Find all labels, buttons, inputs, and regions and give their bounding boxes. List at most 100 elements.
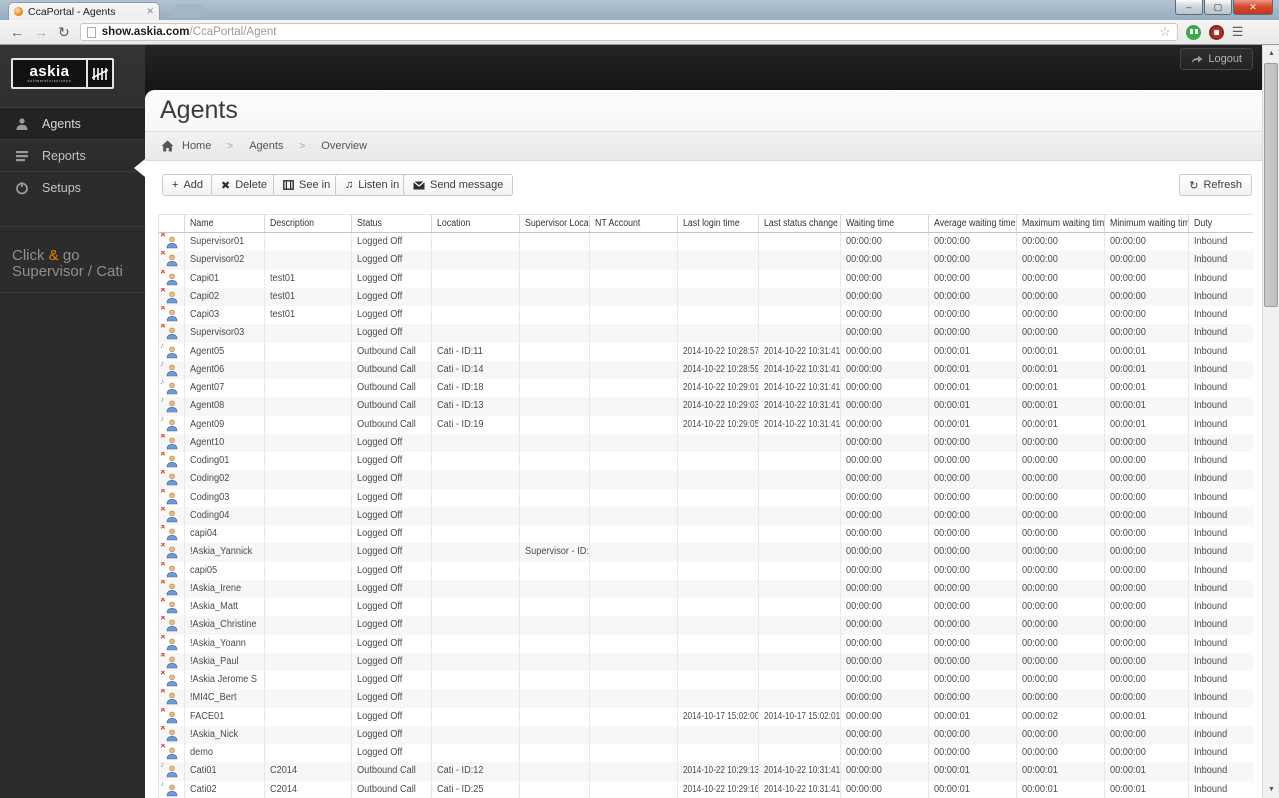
table-row[interactable]: ✕ !Askia_Irene Logged Off 00:00:00 00:00… (159, 579, 1253, 598)
cell-name: !Askia_Irene (185, 579, 265, 598)
cell-description: test01 (265, 306, 352, 325)
browser-refresh-button[interactable]: ↻ (58, 24, 70, 41)
table-row[interactable]: ♪ Agent09 Outbound Call Cati - ID:19 201… (159, 415, 1253, 434)
table-row[interactable]: ✕ !MI4C_Bert Logged Off 00:00:00 00:00:0… (159, 689, 1253, 708)
refresh-button[interactable]: ↻ Refresh (1179, 174, 1252, 196)
table-row[interactable]: ✕ Supervisor03 Logged Off 00:00:00 00:00… (159, 324, 1253, 343)
table-row[interactable]: ✕ Coding04 Logged Off 00:00:00 00:00:00 … (159, 506, 1253, 525)
table-row[interactable]: ✕ Coding02 Logged Off 00:00:00 00:00:00 … (159, 470, 1253, 489)
sidebar-item-agents[interactable]: Agents (0, 107, 145, 139)
sidebar-tagline-line2: Supervisor / Cati (12, 263, 123, 280)
table-row[interactable]: ✕ !Askia Jerome S Logged Off 00:00:00 00… (159, 671, 1253, 690)
breadcrumb-item-agents[interactable]: Agents (249, 140, 283, 152)
forward-button[interactable]: → (34, 24, 48, 40)
header-cell[interactable]: Status (352, 215, 432, 232)
cell-nt-account (590, 561, 678, 580)
table-row[interactable]: ✕ Capi03 test01 Logged Off 00:00:00 00:0… (159, 306, 1253, 325)
url-bar[interactable]: show.askia.com/CcaPortal/Agent ☆ (79, 23, 1178, 41)
cell-last-login-time (678, 433, 760, 452)
table-row[interactable]: ✕ FACE01 Logged Off 2014-10-17 15:02:00 … (159, 707, 1253, 726)
cell-duty: Inbound (1194, 619, 1228, 631)
cell-supervisor-location (520, 306, 590, 325)
cell-minimum-waiting-time: 00:00:01 (1105, 780, 1190, 798)
cell-description (265, 397, 352, 416)
header-cell[interactable] (159, 215, 185, 232)
logout-button[interactable]: Logout (1180, 48, 1253, 70)
table-row[interactable]: ✕ Agent10 Logged Off 00:00:00 00:00:00 0… (159, 433, 1253, 452)
bookmark-star-icon[interactable]: ☆ (1159, 24, 1171, 40)
cell-location (432, 652, 520, 671)
scroll-thumb[interactable] (1264, 63, 1278, 307)
header-cell[interactable]: Average waiting time (929, 215, 1018, 232)
tab-close-icon[interactable]: ✕ (146, 6, 154, 17)
header-cell[interactable]: Description (265, 215, 352, 232)
table-row[interactable]: ♪ Cati02 C2014 Outbound Call Cati - ID:2… (159, 780, 1253, 798)
header-cell[interactable]: Maximum waiting time (1017, 215, 1106, 232)
table-row[interactable]: ✕ Supervisor01 Logged Off 00:00:00 00:00… (159, 233, 1253, 252)
add-button[interactable]: + Add (162, 174, 214, 196)
agent-status-icon: ✕ (160, 726, 179, 742)
table-row[interactable]: ♪ Agent05 Outbound Call Cati - ID:11 201… (159, 342, 1253, 361)
cell-duty: Inbound (1194, 765, 1228, 777)
cell-minimum-waiting-time: 00:00:00 (1105, 269, 1190, 288)
table-row[interactable]: ✕ Coding03 Logged Off 00:00:00 00:00:00 … (159, 488, 1253, 507)
cell-duty: Inbound (1194, 601, 1228, 612)
table-row[interactable]: ✕ capi04 Logged Off 00:00:00 00:00:00 00… (159, 525, 1253, 544)
new-tab-button[interactable] (168, 4, 206, 18)
cell-nt-account (590, 543, 678, 562)
table-row[interactable]: ✕ Capi02 test01 Logged Off 00:00:00 00:0… (159, 287, 1253, 306)
home-icon[interactable] (161, 140, 174, 152)
table-row[interactable]: ✕ demo Logged Off 00:00:00 00:00:00 00:0… (159, 744, 1253, 763)
browser-menu-button[interactable]: ☰ (1232, 24, 1244, 40)
cell-minimum-waiting-time: 00:00:00 (1105, 488, 1190, 507)
table-row[interactable]: ♪ Agent06 Outbound Call Cati - ID:14 201… (159, 360, 1253, 379)
table-row[interactable]: ✕ !Askia_Yoann Logged Off 00:00:00 00:00… (159, 634, 1253, 653)
header-cell[interactable]: Last status change (759, 215, 842, 232)
header-cell[interactable]: Supervisor Locati (520, 215, 590, 232)
table-row[interactable]: ✕ Coding01 Logged Off 00:00:00 00:00:00 … (159, 452, 1253, 471)
delete-button[interactable]: ✖ Delete (211, 174, 278, 196)
table-row[interactable]: ✕ Supervisor02 Logged Off 00:00:00 00:00… (159, 251, 1253, 270)
maximize-button[interactable]: ▢ (1204, 0, 1232, 15)
minimize-button[interactable]: – (1175, 0, 1203, 15)
cell-waiting-time: 00:00:00 (841, 251, 930, 270)
back-button[interactable]: ← (10, 24, 24, 40)
scrollbar[interactable]: ▲ ▼ (1262, 45, 1279, 798)
scroll-up-button[interactable]: ▲ (1263, 45, 1279, 62)
send-message-button[interactable]: Send message (403, 174, 514, 196)
sidebar-item-setups[interactable]: Setups (0, 171, 145, 203)
header-cell[interactable]: Location (432, 215, 520, 232)
extension-red-icon[interactable] (1208, 24, 1224, 40)
cell-duty: Inbound (1194, 783, 1228, 795)
breadcrumb-item-home[interactable]: Home (182, 140, 211, 152)
header-cell[interactable]: Duty (1189, 215, 1253, 232)
see-in-button[interactable]: See in (273, 174, 341, 196)
cell-duty: Inbound (1194, 418, 1228, 430)
header-cell[interactable]: Name (185, 215, 265, 232)
cell-status: Logged Off (352, 744, 432, 763)
table-row[interactable]: ✕ !Askia_Matt Logged Off 00:00:00 00:00:… (159, 598, 1253, 617)
table-row[interactable]: ✕ !Askia_Yannick Logged Off Supervisor -… (159, 543, 1253, 562)
table-row[interactable]: ✕ !Askia_Christine Logged Off 00:00:00 0… (159, 616, 1253, 635)
cell-last-login-time: 2014-10-22 10:29:05 (678, 415, 760, 434)
table-row[interactable]: ♪ Agent08 Outbound Call Cati - ID:13 201… (159, 397, 1253, 416)
header-cell[interactable]: Minimum waiting time (1105, 215, 1190, 232)
table-row[interactable]: ♪ Cati01 C2014 Outbound Call Cati - ID:1… (159, 762, 1253, 781)
sidebar-item-reports[interactable]: Reports (0, 139, 145, 171)
cell-location (432, 634, 520, 653)
table-row[interactable]: ✕ !Askia_Nick Logged Off 00:00:00 00:00:… (159, 725, 1253, 744)
table-row[interactable]: ✕ capi05 Logged Off 00:00:00 00:00:00 00… (159, 561, 1253, 580)
table-row[interactable]: ✕ Capi01 test01 Logged Off 00:00:00 00:0… (159, 269, 1253, 288)
browser-tab[interactable]: CcaPortal - Agents ✕ (8, 2, 160, 20)
logo-tally-icon (88, 60, 112, 87)
close-button[interactable]: ✕ (1233, 0, 1273, 15)
header-cell[interactable]: Waiting time (841, 215, 930, 232)
table-row[interactable]: ✕ !Askia_Paul Logged Off 00:00:00 00:00:… (159, 652, 1253, 671)
listen-in-button[interactable]: ♫ Listen in (335, 174, 410, 196)
header-cell[interactable]: Last login time (678, 215, 760, 232)
table-row[interactable]: ♪ Agent07 Outbound Call Cati - ID:18 201… (159, 379, 1253, 398)
header-cell[interactable]: NT Account (590, 215, 678, 232)
scroll-down-button[interactable]: ▼ (1263, 781, 1279, 798)
cell-name: !Askia_Matt (185, 598, 265, 617)
extension-green-icon[interactable] (1185, 24, 1201, 40)
